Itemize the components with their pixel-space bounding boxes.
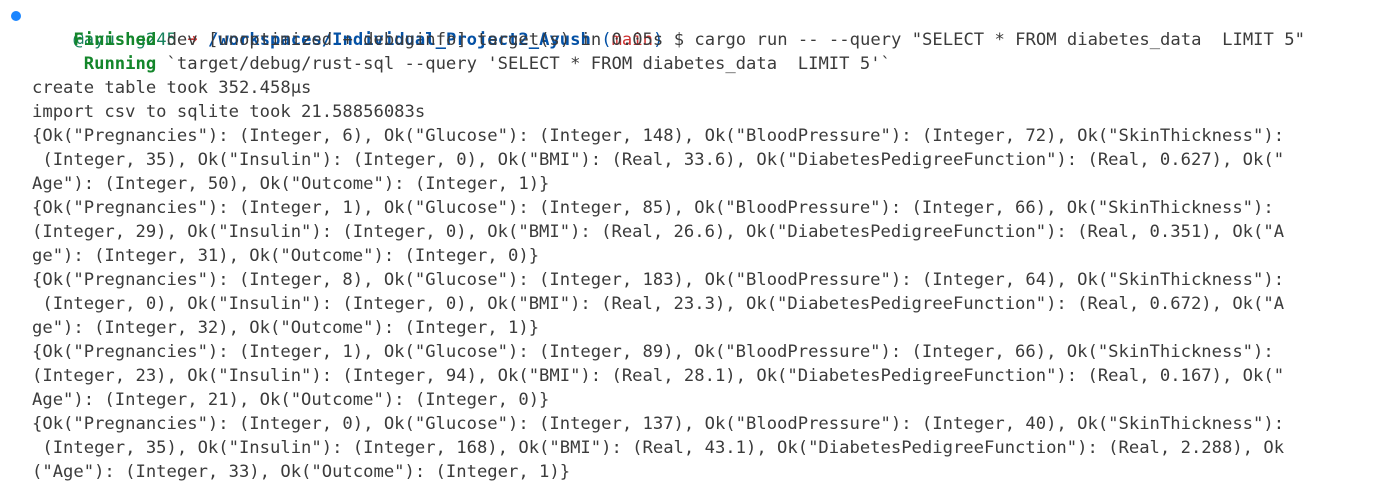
output-line: (Integer, 35), Ok("Insulin"): (Integer, … [32, 150, 1285, 170]
prompt-line: @ayushg245 ➜ /workspaces/Individual_Proj… [0, 4, 1377, 50]
output-line: (Integer, 23), Ok("Insulin"): (Integer, … [32, 366, 1285, 386]
output-line: ge"): (Integer, 31), Ok("Outcome"): (Int… [32, 246, 540, 266]
cargo-running-label: Running [83, 54, 157, 74]
output-line: {Ok("Pregnancies"): (Integer, 1), Ok("Gl… [32, 198, 1274, 218]
output-line: (Integer, 35), Ok("Insulin"): (Integer, … [32, 438, 1285, 458]
cargo-finished-text: dev [unoptimized + debuginfo] target(s) … [166, 30, 664, 50]
output-line: {Ok("Pregnancies"): (Integer, 1), Ok("Gl… [32, 342, 1274, 362]
output-line: (Integer, 0), Ok("Insulin"): (Integer, 0… [32, 294, 1285, 314]
cargo-finished-line: Finished dev [unoptimized + debuginfo] t… [0, 28, 1377, 52]
output-line: {Ok("Pregnancies"): (Integer, 0), Ok("Gl… [32, 414, 1285, 434]
output-line: import csv to sqlite took 21.58856083s [32, 102, 426, 122]
output-line: create table took 352.458µs [32, 78, 312, 98]
output-line: Age"): (Integer, 50), Ok("Outcome"): (In… [32, 174, 550, 194]
output-line: ge"): (Integer, 32), Ok("Outcome"): (Int… [32, 318, 540, 338]
command-decoration-icon[interactable] [11, 11, 21, 21]
output-line: ("Age"): (Integer, 33), Ok("Outcome"): (… [32, 462, 571, 481]
output-line: Age"): (Integer, 21), Ok("Outcome"): (In… [32, 390, 550, 410]
terminal-output[interactable]: @ayushg245 ➜ /workspaces/Individual_Proj… [0, 0, 1377, 481]
output-line: {Ok("Pregnancies"): (Integer, 6), Ok("Gl… [32, 126, 1285, 146]
cargo-finished-label: Finished [73, 30, 157, 50]
output-line: {Ok("Pregnancies"): (Integer, 8), Ok("Gl… [32, 270, 1285, 290]
cargo-running-text: `target/debug/rust-sql --query 'SELECT *… [166, 54, 891, 74]
cargo-running-line: Running `target/debug/rust-sql --query '… [0, 52, 1377, 76]
output-line: (Integer, 29), Ok("Insulin"): (Integer, … [32, 222, 1285, 242]
